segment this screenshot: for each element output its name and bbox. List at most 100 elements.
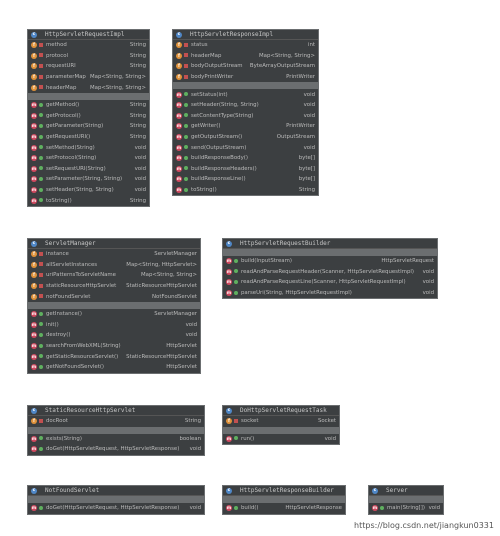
method-row[interactable]: m setStatus(int) void bbox=[173, 89, 318, 100]
field-icon: f bbox=[31, 418, 37, 425]
method-row[interactable]: m setProtocol(String) void bbox=[28, 153, 149, 164]
field-row[interactable]: f protocol String bbox=[28, 51, 149, 62]
class-box-respb[interactable]: c HttpServletResponseBuilder m build() HttpS… bbox=[222, 485, 346, 515]
field-type: Socket bbox=[317, 418, 336, 425]
class-box-req[interactable]: c HttpServletRequestImpl f method String f pro… bbox=[27, 29, 150, 207]
public-icon bbox=[184, 187, 189, 193]
method-row[interactable]: m buildResponseBody() byte[] bbox=[173, 153, 318, 164]
class-box-srv[interactable]: c Server m main(String[]) void bbox=[368, 485, 444, 515]
public-icon bbox=[39, 311, 44, 317]
field-row[interactable]: f status int bbox=[173, 40, 318, 51]
method-row[interactable]: m getStaticResourceServlet() StaticResourc… bbox=[28, 351, 200, 362]
method-icon: m bbox=[176, 155, 182, 162]
field-row[interactable]: f notFoundServlet NotFoundServlet bbox=[28, 291, 200, 302]
method-row[interactable]: m setRequestURI(String) void bbox=[28, 164, 149, 175]
class-box-mgr[interactable]: c ServletManager f instance ServletManager f a… bbox=[27, 238, 201, 374]
method-row[interactable]: m getProtocol() String bbox=[28, 111, 149, 122]
return-type: void bbox=[185, 321, 197, 328]
method-icon: m bbox=[31, 364, 37, 371]
class-name: Server bbox=[386, 487, 408, 494]
method-row[interactable]: m getOutputStream() OutputStream bbox=[173, 132, 318, 143]
return-type: void bbox=[134, 187, 146, 194]
method-icon: m bbox=[226, 505, 232, 512]
method-row[interactable]: m exists(String) boolean bbox=[28, 434, 204, 445]
class-box-nf[interactable]: c NotFoundServlet m doGet(HttpServletReques… bbox=[27, 485, 205, 515]
method-name: getProtocol() bbox=[46, 112, 81, 119]
method-row[interactable]: m setHeader(String, String) void bbox=[173, 100, 318, 111]
method-row[interactable]: m buildResponseHeaders() byte[] bbox=[173, 164, 318, 175]
field-row[interactable]: f requestURI String bbox=[28, 61, 149, 72]
field-row[interactable]: f docRoot String bbox=[28, 416, 204, 427]
field-row[interactable]: f headerMap Map<String, String> bbox=[28, 82, 149, 93]
return-type: ServletManager bbox=[154, 311, 197, 318]
section-divider bbox=[223, 496, 345, 503]
class-name: ServletManager bbox=[45, 240, 96, 247]
field-row[interactable]: f bodyPrintWriter PrintWriter bbox=[173, 72, 318, 83]
field-name: socket bbox=[241, 418, 259, 425]
class-header: c DoHttpServletRequestTask bbox=[223, 406, 339, 416]
method-row[interactable]: m run() void bbox=[223, 434, 339, 445]
method-name: getStaticResourceServlet() bbox=[46, 353, 119, 360]
field-row[interactable]: f parameterMap Map<String, String> bbox=[28, 72, 149, 83]
method-row[interactable]: m init() void bbox=[28, 320, 200, 331]
method-row[interactable]: m send(OutputStream) void bbox=[173, 142, 318, 153]
return-type: String bbox=[298, 187, 315, 194]
class-box-task[interactable]: c DoHttpServletRequestTask f socket Socket m r… bbox=[222, 405, 340, 446]
field-row[interactable]: f headerMap Map<String, String> bbox=[173, 51, 318, 62]
method-icon: m bbox=[176, 123, 182, 130]
field-row[interactable]: f uriPatternsToServletName Map<String, Str… bbox=[28, 270, 200, 281]
method-row[interactable]: m toString() String bbox=[173, 185, 318, 196]
method-name: getParameter(String) bbox=[46, 123, 104, 130]
method-row[interactable]: m getMethod() String bbox=[28, 100, 149, 111]
class-name: StaticResourceHttpServlet bbox=[45, 407, 136, 414]
method-row[interactable]: m searchFromWebXML(String) HttpServlet bbox=[28, 341, 200, 352]
method-row[interactable]: m parseUri(String, HttpServletRequestImpl… bbox=[223, 288, 437, 299]
field-row[interactable]: f method String bbox=[28, 40, 149, 51]
field-type: NotFoundServlet bbox=[152, 293, 197, 300]
public-icon bbox=[184, 134, 189, 140]
method-name: doGet(HttpServletRequest, HttpServletRes… bbox=[46, 505, 180, 512]
class-box-reqb[interactable]: c HttpServletRequestBuilder m build(InputSt… bbox=[222, 238, 438, 300]
return-type: void bbox=[134, 155, 146, 162]
return-type: HttpServlet bbox=[166, 343, 197, 350]
field-row[interactable]: f socket Socket bbox=[223, 416, 339, 427]
field-row[interactable]: f instance ServletManager bbox=[28, 249, 200, 260]
method-row[interactable]: m destroy() void bbox=[28, 330, 200, 341]
method-row[interactable]: m setHeader(String, String) void bbox=[28, 185, 149, 196]
return-type: byte[] bbox=[298, 155, 315, 162]
method-row[interactable]: m setContentType(String) void bbox=[173, 111, 318, 122]
field-icon: f bbox=[31, 293, 37, 300]
method-row[interactable]: m toString() String bbox=[28, 195, 149, 206]
method-row[interactable]: m doGet(HttpServletRequest, HttpServletRe… bbox=[28, 503, 204, 514]
method-row[interactable]: m build() HttpServletResponse bbox=[223, 503, 345, 514]
method-row[interactable]: m buildResponseLine() byte[] bbox=[173, 174, 318, 185]
return-type: void bbox=[324, 435, 336, 442]
field-name: notFoundServlet bbox=[46, 293, 91, 300]
method-row[interactable]: m main(String[]) void bbox=[369, 503, 443, 514]
method-row[interactable]: m build(InputStream) HttpServletRequest bbox=[223, 256, 437, 267]
method-name: parseUri(String, HttpServletRequestImpl) bbox=[241, 290, 352, 297]
class-box-static[interactable]: c StaticResourceHttpServlet f docRoot String… bbox=[27, 405, 205, 456]
field-type: int bbox=[307, 42, 315, 49]
public-icon bbox=[380, 505, 385, 511]
method-icon: m bbox=[31, 176, 37, 183]
method-row[interactable]: m getParameter(String) String bbox=[28, 121, 149, 132]
field-name: headerMap bbox=[191, 52, 222, 59]
method-name: send(OutputStream) bbox=[191, 144, 247, 151]
field-row[interactable]: f allServletInstances Map<String, HttpServ… bbox=[28, 260, 200, 271]
method-row[interactable]: m setParameter(String, String) void bbox=[28, 174, 149, 185]
class-box-resp[interactable]: c HttpServletResponseImpl f status int f heade… bbox=[172, 29, 319, 197]
method-row[interactable]: m readAndParseRequestLine(Scanner, HttpSe… bbox=[223, 277, 437, 288]
method-row[interactable]: m readAndParseRequestHeader(Scanner, Http… bbox=[223, 267, 437, 278]
method-row[interactable]: m setMethod(String) void bbox=[28, 142, 149, 153]
method-row[interactable]: m getNotFoundServlet() HttpServlet bbox=[28, 362, 200, 373]
method-row[interactable]: m getWriter() PrintWriter bbox=[173, 121, 318, 132]
method-row[interactable]: m getRequestURI() String bbox=[28, 132, 149, 143]
field-row[interactable]: f bodyOutputStream ByteArrayOutputStream bbox=[173, 61, 318, 72]
method-row[interactable]: m doGet(HttpServletRequest, HttpServletRe… bbox=[28, 444, 204, 455]
field-type: String bbox=[129, 63, 146, 70]
field-name: bodyPrintWriter bbox=[191, 74, 234, 81]
field-row[interactable]: f staticResourceHttpServlet StaticResource… bbox=[28, 281, 200, 292]
method-icon: m bbox=[31, 102, 37, 109]
method-row[interactable]: m getInstance() ServletManager bbox=[28, 309, 200, 320]
